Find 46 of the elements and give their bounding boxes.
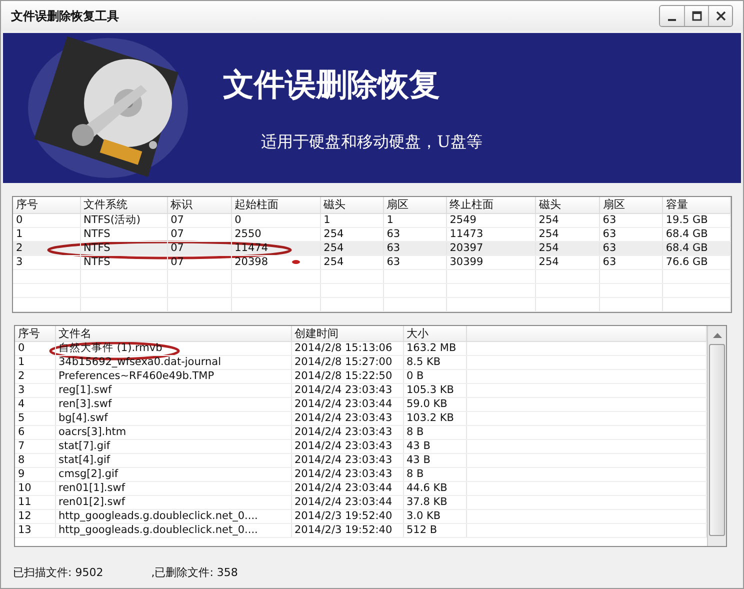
file-row[interactable]: 10 ren01[1].swf 2014/2/4 23:03:44 44.6 KB <box>15 482 706 496</box>
table-row[interactable]: 2 NTFS 07 11474 254 63 20397 254 63 68.4 GB <box>13 241 730 255</box>
column-header[interactable]: 扇区 <box>599 197 662 213</box>
banner-subtitle: 适用于硬盘和移动硬盘，U盘等 <box>261 132 482 152</box>
file-row[interactable]: 13 http_googleads.g.doubleclick.net_0.... 2014/2/3 19:52:40 512 B <box>15 524 706 538</box>
file-row[interactable]: 1 34b15692_wfsexa0.dat-journal 2014/2/8 15:27:00 8.5 KB <box>15 356 706 370</box>
table-row[interactable]: 0 NTFS(活动) 07 0 1 1 2549 254 63 19.5 GB <box>13 213 730 227</box>
column-header[interactable]: 扇区 <box>383 197 446 213</box>
column-header[interactable]: 文件系统 <box>80 197 168 213</box>
maximize-icon <box>692 11 702 21</box>
minimize-button[interactable] <box>660 6 684 26</box>
column-header[interactable]: 序号 <box>15 326 55 342</box>
scrollbar-thumb[interactable] <box>709 344 725 536</box>
file-row[interactable]: 6 oacrs[3].htm 2014/2/4 23:03:43 8 B <box>15 426 706 440</box>
banner-title: 文件误删除恢复 <box>223 66 441 104</box>
scrollbar[interactable] <box>707 326 726 546</box>
column-header[interactable]: 磁头 <box>535 197 600 213</box>
maximize-button[interactable] <box>684 6 708 26</box>
table-row[interactable]: 3 NTFS 07 20398 254 63 30399 254 63 76.6 GB <box>13 255 730 269</box>
file-row[interactable]: 3 reg[1].swf 2014/2/4 23:03:43 105.3 KB <box>15 384 706 398</box>
column-header[interactable]: 大小 <box>403 326 466 342</box>
deleted-count: ,已删除文件: 358 <box>151 564 238 580</box>
close-button[interactable] <box>708 6 732 26</box>
file-row[interactable]: 12 http_googleads.g.doubleclick.net_0.... 2014/2/3 19:52:40 3.0 KB <box>15 510 706 524</box>
column-header[interactable]: 容量 <box>662 197 730 213</box>
column-header[interactable]: 起始柱面 <box>231 197 320 213</box>
column-header[interactable]: 序号 <box>13 197 80 213</box>
column-header[interactable]: 文件名 <box>55 326 291 342</box>
file-row[interactable]: 5 bg[4].swf 2014/2/4 23:03:43 103.2 KB <box>15 412 706 426</box>
file-row[interactable]: 8 stat[4].gif 2014/2/4 23:03:43 43 B <box>15 454 706 468</box>
window-title: 文件误删除恢复工具 <box>11 8 119 24</box>
scanned-count: 已扫描文件: 9502 <box>13 564 104 580</box>
minimize-icon <box>668 19 676 21</box>
scroll-up-icon[interactable] <box>712 332 722 338</box>
file-row[interactable]: 7 stat[7].gif 2014/2/4 23:03:43 43 B <box>15 440 706 454</box>
mark-dot <box>292 260 300 264</box>
column-header[interactable]: 终止柱面 <box>446 197 536 213</box>
file-row[interactable]: 9 cmsg[2].gif 2014/2/4 23:03:43 8 B <box>15 468 706 482</box>
column-header[interactable]: 创建时间 <box>291 326 403 342</box>
table-row[interactable]: 1 NTFS 07 2550 254 63 11473 254 63 68.4 GB <box>13 227 730 241</box>
close-icon <box>716 11 726 21</box>
file-row[interactable]: 2 Preferences~RF460e49b.TMP 2014/2/8 15:22:50 0 B <box>15 370 706 384</box>
file-row[interactable]: 4 ren[3].swf 2014/2/4 23:03:44 59.0 KB <box>15 398 706 412</box>
column-header[interactable]: 磁头 <box>320 197 384 213</box>
file-row[interactable]: 11 ren01[2].swf 2014/2/4 23:03:44 37.8 KB <box>15 496 706 510</box>
column-header[interactable]: 标识 <box>167 197 232 213</box>
